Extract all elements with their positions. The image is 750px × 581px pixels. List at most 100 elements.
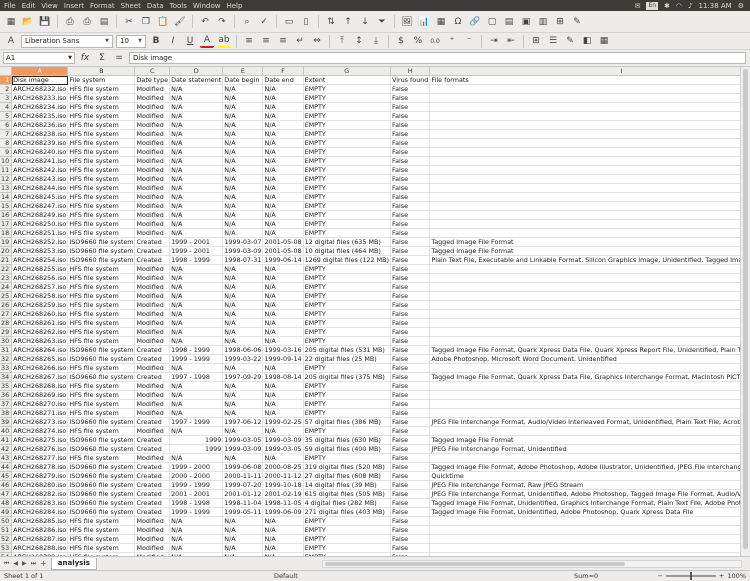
cell-h51[interactable]: False [390,525,431,535]
cell-d15[interactable]: N/A [169,201,224,211]
cell-b23[interactable]: HFS file system [67,273,136,283]
conditional-format-icon[interactable]: ▦ [597,34,611,48]
cell-a15[interactable]: ARCH268247.iso [11,201,69,211]
row-header[interactable]: 1 [0,75,13,85]
cell-b1[interactable]: File system [67,75,136,85]
add-sheet-icon[interactable]: + [40,559,47,568]
cell-e14[interactable]: N/A [222,192,264,202]
cell-b11[interactable]: HFS file system [67,165,136,175]
row-header[interactable]: 52 [0,534,13,544]
cell-g24[interactable]: EMPTY [303,282,391,292]
cell-e19[interactable]: 1999-03-07 [222,237,264,247]
cell-f49[interactable]: 1999-06-09 [262,507,304,517]
cell-i27[interactable] [429,309,740,319]
cell-a25[interactable]: ARCH268258.iso [11,291,69,301]
cell-b50[interactable]: HFS file system [67,516,136,526]
row-header[interactable]: 40 [0,426,13,436]
cell-f45[interactable]: 2000-11-12 [262,471,304,481]
cell-f22[interactable]: N/A [262,264,304,274]
cell-a28[interactable]: ARCH268261.iso [11,318,69,328]
cell-e38[interactable]: N/A [222,408,264,418]
cell-i38[interactable] [429,408,740,418]
cell-c8[interactable]: Modified [134,138,171,148]
cell-h11[interactable]: False [390,165,431,175]
cell-f23[interactable]: N/A [262,273,304,283]
cell-h26[interactable]: False [390,300,431,310]
cell-b10[interactable]: HFS file system [67,156,136,166]
cell-g38[interactable]: EMPTY [303,408,391,418]
cell-b13[interactable]: HFS file system [67,183,136,193]
cell-e1[interactable]: Date begin [222,75,264,85]
cell-a26[interactable]: ARCH268259.iso [11,300,69,310]
cell-d50[interactable]: N/A [169,516,224,526]
cell-b30[interactable]: HFS file system [67,336,136,346]
cell-a18[interactable]: ARCH268251.iso [11,228,69,238]
show-draw-functions-icon[interactable]: ✎ [570,15,584,29]
cell-f15[interactable]: N/A [262,201,304,211]
cell-b31[interactable]: ISO9660 file system [67,345,136,355]
cell-a46[interactable]: ARCH268280.iso [11,480,69,490]
cell-i52[interactable] [429,534,740,544]
cell-e2[interactable]: N/A [222,84,264,94]
cell-h42[interactable]: False [390,444,431,454]
cell-e17[interactable]: N/A [222,219,264,229]
mail-icon[interactable]: ✉ [635,2,641,10]
zoom-out-icon[interactable]: − [658,572,663,580]
cell-i36[interactable] [429,390,740,400]
cell-d46[interactable]: 1999 - 1999 [169,480,224,490]
cell-g26[interactable]: EMPTY [303,300,391,310]
cell-f3[interactable]: N/A [262,93,304,103]
cell-h7[interactable]: False [390,129,431,139]
cell-c46[interactable]: Created [134,480,171,490]
cell-i53[interactable] [429,543,740,553]
cell-h50[interactable]: False [390,516,431,526]
cell-e42[interactable]: 1999-03-09 [222,444,264,454]
cell-i33[interactable] [429,363,740,373]
row-header[interactable]: 32 [0,354,13,364]
cell-e37[interactable]: N/A [222,399,264,409]
border-color-icon[interactable]: ✎ [563,34,577,48]
cell-c40[interactable]: Modified [134,426,171,436]
cell-h23[interactable]: False [390,273,431,283]
cell-h39[interactable]: False [390,417,431,427]
cell-b52[interactable]: HFS file system [67,534,136,544]
align-right-icon[interactable]: ≡ [276,34,290,48]
cell-i44[interactable]: Tagged Image File Format, Adobe Photosho… [429,462,740,472]
cell-f52[interactable]: N/A [262,534,304,544]
cell-h1[interactable]: Virus found [390,75,431,85]
cell-e29[interactable]: N/A [222,327,264,337]
cell-e8[interactable]: N/A [222,138,264,148]
cell-g13[interactable]: EMPTY [303,183,391,193]
cell-d6[interactable]: N/A [169,120,224,130]
cell-a41[interactable]: ARCH268275.iso [11,435,69,445]
cell-f6[interactable]: N/A [262,120,304,130]
cell-b34[interactable]: ISO9660 file system [67,372,136,382]
cell-h49[interactable]: False [390,507,431,517]
cell-d18[interactable]: N/A [169,228,224,238]
bluetooth-icon[interactable]: ✱ [664,2,670,10]
cell-a4[interactable]: ARCH268234.iso [11,102,69,112]
sum-button[interactable]: Σ [95,51,109,65]
cell-b27[interactable]: HFS file system [67,309,136,319]
cell-g21[interactable]: 1269 digital files (122 MB) [303,255,391,265]
cell-c36[interactable]: Modified [134,390,171,400]
font-size-box[interactable]: 10 ▼ [116,34,146,48]
cell-c29[interactable]: Modified [134,327,171,337]
increase-indent-icon[interactable]: ⇥ [487,34,501,48]
cell-c15[interactable]: Modified [134,201,171,211]
cell-g20[interactable]: 10 digital files (464 MB) [303,246,391,256]
cell-g12[interactable]: EMPTY [303,174,391,184]
row-header[interactable]: 28 [0,318,13,328]
gear-icon[interactable]: ⚙ [738,2,744,10]
cell-f33[interactable]: N/A [262,363,304,373]
cell-c20[interactable]: Created [134,246,171,256]
cell-c4[interactable]: Modified [134,102,171,112]
chevron-down-icon[interactable]: ▼ [68,53,72,63]
cell-d40[interactable]: N/A [169,426,224,436]
cell-b6[interactable]: HFS file system [67,120,136,130]
menu-sheet[interactable]: Sheet [121,2,141,10]
cell-d45[interactable]: 2000 - 2000 [169,471,224,481]
clone-formatting-icon[interactable]: 🖌 [173,15,187,29]
cell-d53[interactable]: N/A [169,543,224,553]
cell-i18[interactable] [429,228,740,238]
